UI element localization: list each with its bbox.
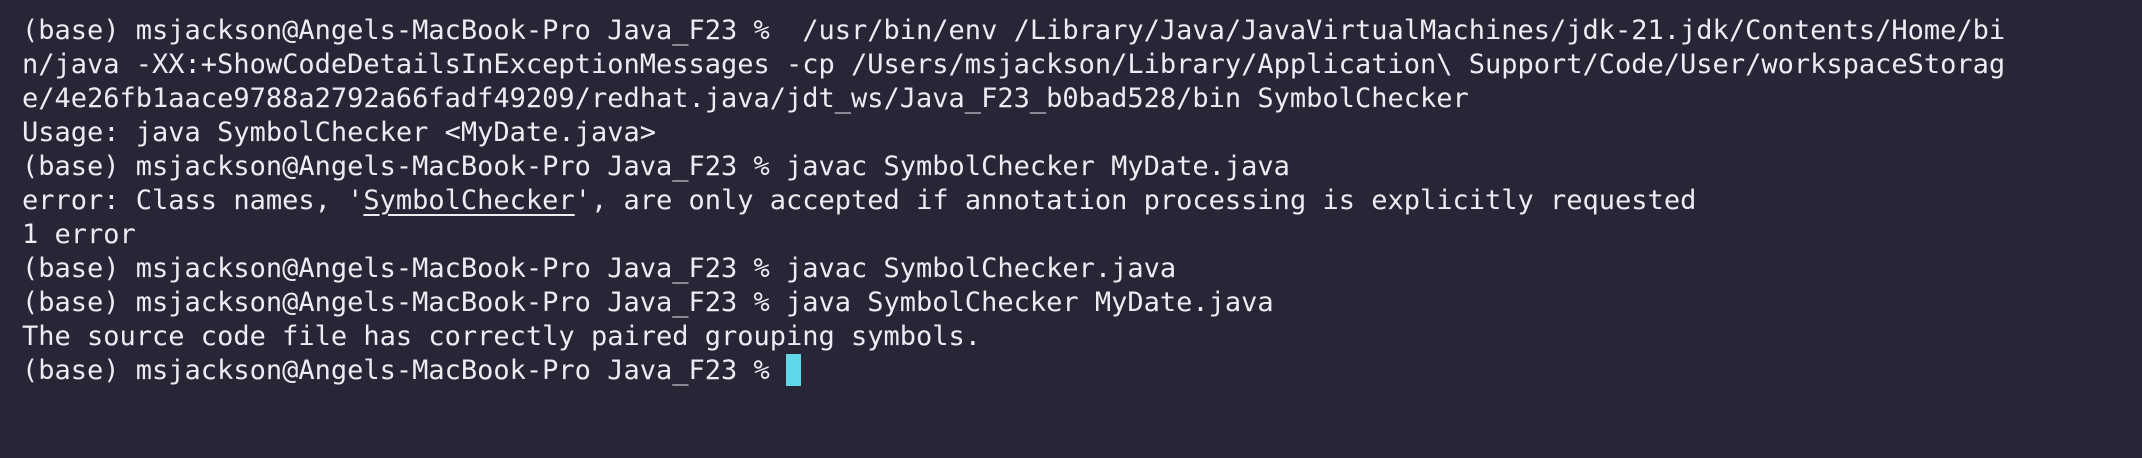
terminal-window[interactable]: (base) msjackson@Angels-MacBook-Pro Java… bbox=[0, 0, 2142, 458]
terminal-line-command: (base) msjackson@Angels-MacBook-Pro Java… bbox=[22, 253, 1177, 284]
terminal-line-error: error: Class names, 'SymbolChecker', are… bbox=[22, 184, 2120, 218]
terminal-line-command: (base) msjackson@Angels-MacBook-Pro Java… bbox=[22, 15, 2006, 46]
terminal-line-output: 1 error bbox=[22, 219, 136, 250]
terminal-line-output: Usage: java SymbolChecker <MyDate.java> bbox=[22, 117, 656, 148]
terminal-line-command: (base) msjackson@Angels-MacBook-Pro Java… bbox=[22, 287, 1274, 318]
text-cursor bbox=[786, 354, 802, 386]
terminal-line-prompt[interactable]: (base) msjackson@Angels-MacBook-Pro Java… bbox=[22, 354, 2120, 388]
error-class-link[interactable]: SymbolChecker bbox=[363, 185, 574, 216]
prompt-text: (base) msjackson@Angels-MacBook-Pro Java… bbox=[22, 355, 787, 386]
error-suffix: ', are only accepted if annotation proce… bbox=[574, 185, 1697, 216]
terminal-line-command: (base) msjackson@Angels-MacBook-Pro Java… bbox=[22, 151, 1290, 182]
terminal-line-command-cont: n/java -XX:+ShowCodeDetailsInExceptionMe… bbox=[22, 49, 2006, 80]
terminal-line-command-cont: e/4e26fb1aace9788a2792a66fadf49209/redha… bbox=[22, 83, 1469, 114]
terminal-line-output: The source code file has correctly paire… bbox=[22, 321, 982, 352]
error-prefix: error: Class names, ' bbox=[22, 185, 364, 216]
